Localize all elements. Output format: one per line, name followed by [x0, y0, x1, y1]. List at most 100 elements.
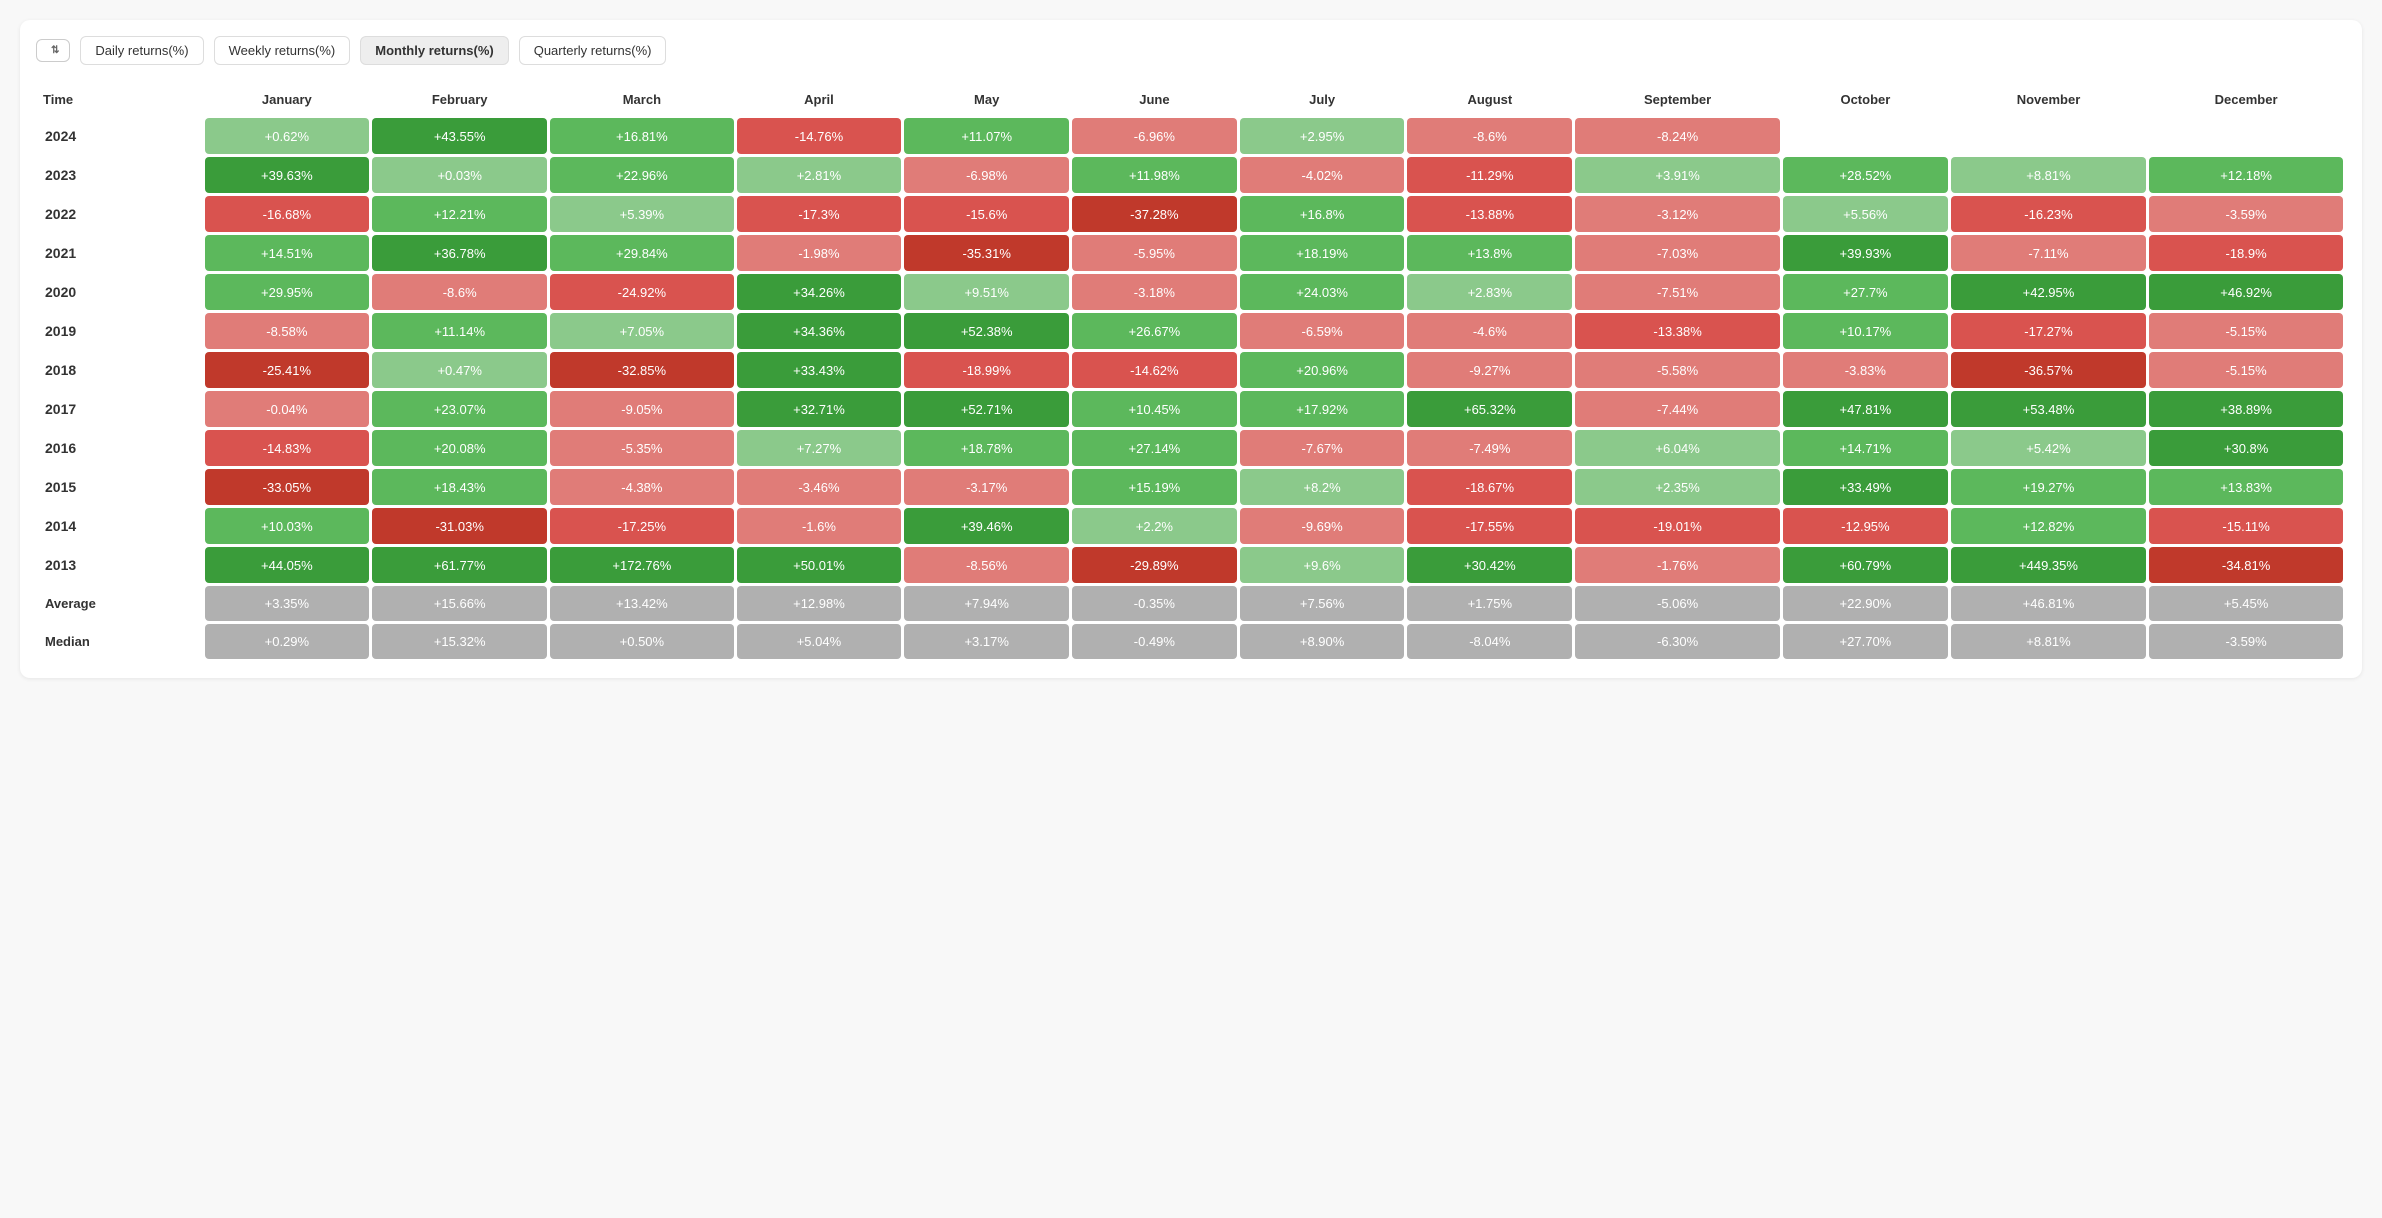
data-cell: -8.6%	[372, 274, 547, 310]
data-cell: +47.81%	[1783, 391, 1948, 427]
data-cell: -3.59%	[2149, 196, 2343, 232]
table-header-row: TimeJanuaryFebruaryMarchAprilMayJuneJuly…	[39, 84, 2343, 115]
data-cell: -5.95%	[1072, 235, 1237, 271]
data-cell: +50.01%	[737, 547, 902, 583]
table-row: 2015-33.05%+18.43%-4.38%-3.46%-3.17%+15.…	[39, 469, 2343, 505]
data-cell: +0.03%	[372, 157, 547, 193]
summary-cell: +3.35%	[205, 586, 370, 621]
col-header-april: April	[737, 84, 902, 115]
data-cell: -6.59%	[1240, 313, 1405, 349]
data-cell: +7.05%	[550, 313, 733, 349]
data-cell: -14.62%	[1072, 352, 1237, 388]
summary-cell: +46.81%	[1951, 586, 2146, 621]
data-cell: -6.96%	[1072, 118, 1237, 154]
data-cell: +13.83%	[2149, 469, 2343, 505]
data-cell: +2.35%	[1575, 469, 1780, 505]
col-header-july: July	[1240, 84, 1405, 115]
data-cell: +11.07%	[904, 118, 1069, 154]
table-body: 2024+0.62%+43.55%+16.81%-14.76%+11.07%-6…	[39, 118, 2343, 659]
data-cell: +6.04%	[1575, 430, 1780, 466]
data-cell: +14.71%	[1783, 430, 1948, 466]
table-row: 2014+10.03%-31.03%-17.25%-1.6%+39.46%+2.…	[39, 508, 2343, 544]
summary-cell: +5.45%	[2149, 586, 2343, 621]
data-cell: +3.91%	[1575, 157, 1780, 193]
data-cell: +14.51%	[205, 235, 370, 271]
summary-cell: +5.04%	[737, 624, 902, 659]
data-cell: +60.79%	[1783, 547, 1948, 583]
data-cell: -7.03%	[1575, 235, 1780, 271]
summary-cell: +8.81%	[1951, 624, 2146, 659]
data-cell: -6.98%	[904, 157, 1069, 193]
tab-weekly[interactable]: Weekly returns(%)	[214, 36, 351, 65]
data-cell: +12.18%	[2149, 157, 2343, 193]
data-cell: +5.42%	[1951, 430, 2146, 466]
summary-cell: -8.04%	[1407, 624, 1572, 659]
year-cell: 2018	[39, 352, 202, 388]
tab-quarterly[interactable]: Quarterly returns(%)	[519, 36, 667, 65]
data-cell: -16.68%	[205, 196, 370, 232]
data-cell: -25.41%	[205, 352, 370, 388]
asset-selector[interactable]: ⇅	[36, 39, 70, 62]
summary-cell: +27.70%	[1783, 624, 1948, 659]
data-cell: +10.03%	[205, 508, 370, 544]
data-cell: -3.12%	[1575, 196, 1780, 232]
year-cell: 2023	[39, 157, 202, 193]
data-cell: -17.3%	[737, 196, 902, 232]
data-cell: +20.08%	[372, 430, 547, 466]
table-row: 2023+39.63%+0.03%+22.96%+2.81%-6.98%+11.…	[39, 157, 2343, 193]
summary-cell: +7.94%	[904, 586, 1069, 621]
summary-cell: -5.06%	[1575, 586, 1780, 621]
data-cell: +27.14%	[1072, 430, 1237, 466]
data-cell: +61.77%	[372, 547, 547, 583]
data-cell: -17.27%	[1951, 313, 2146, 349]
data-cell: +19.27%	[1951, 469, 2146, 505]
data-cell: +52.71%	[904, 391, 1069, 427]
data-cell: -17.55%	[1407, 508, 1572, 544]
summary-cell: +15.32%	[372, 624, 547, 659]
summary-cell: -3.59%	[2149, 624, 2343, 659]
data-cell: +5.39%	[550, 196, 733, 232]
data-cell	[1783, 118, 1948, 154]
data-cell	[2149, 118, 2343, 154]
data-cell: -1.76%	[1575, 547, 1780, 583]
summary-cell: +15.66%	[372, 586, 547, 621]
returns-table: TimeJanuaryFebruaryMarchAprilMayJuneJuly…	[36, 81, 2346, 662]
data-cell: +28.52%	[1783, 157, 1948, 193]
col-header-june: June	[1072, 84, 1237, 115]
data-cell: +172.76%	[550, 547, 733, 583]
tab-daily[interactable]: Daily returns(%)	[80, 36, 203, 65]
data-cell: -1.6%	[737, 508, 902, 544]
data-cell: -35.31%	[904, 235, 1069, 271]
data-cell: +2.83%	[1407, 274, 1572, 310]
table-row: 2024+0.62%+43.55%+16.81%-14.76%+11.07%-6…	[39, 118, 2343, 154]
summary-cell: +0.50%	[550, 624, 733, 659]
data-cell: +2.95%	[1240, 118, 1405, 154]
data-cell: +20.96%	[1240, 352, 1405, 388]
tab-monthly[interactable]: Monthly returns(%)	[360, 36, 508, 65]
data-cell: +0.47%	[372, 352, 547, 388]
toolbar: ⇅ Daily returns(%) Weekly returns(%) Mon…	[36, 36, 2346, 65]
col-header-october: October	[1783, 84, 1948, 115]
summary-cell: +7.56%	[1240, 586, 1405, 621]
data-cell: +18.78%	[904, 430, 1069, 466]
data-cell: -18.99%	[904, 352, 1069, 388]
table-row: 2018-25.41%+0.47%-32.85%+33.43%-18.99%-1…	[39, 352, 2343, 388]
data-cell: +23.07%	[372, 391, 547, 427]
year-cell: 2022	[39, 196, 202, 232]
data-cell: -34.81%	[2149, 547, 2343, 583]
data-cell: -37.28%	[1072, 196, 1237, 232]
data-cell: -5.15%	[2149, 352, 2343, 388]
data-cell: -13.38%	[1575, 313, 1780, 349]
data-cell: +52.38%	[904, 313, 1069, 349]
data-cell: -36.57%	[1951, 352, 2146, 388]
data-cell: +11.14%	[372, 313, 547, 349]
data-cell: -14.76%	[737, 118, 902, 154]
data-cell: -3.17%	[904, 469, 1069, 505]
data-cell: -5.35%	[550, 430, 733, 466]
col-header-september: September	[1575, 84, 1780, 115]
data-cell: +39.46%	[904, 508, 1069, 544]
data-cell: +0.62%	[205, 118, 370, 154]
data-cell: +16.8%	[1240, 196, 1405, 232]
table-row: 2013+44.05%+61.77%+172.76%+50.01%-8.56%-…	[39, 547, 2343, 583]
summary-cell: +8.90%	[1240, 624, 1405, 659]
